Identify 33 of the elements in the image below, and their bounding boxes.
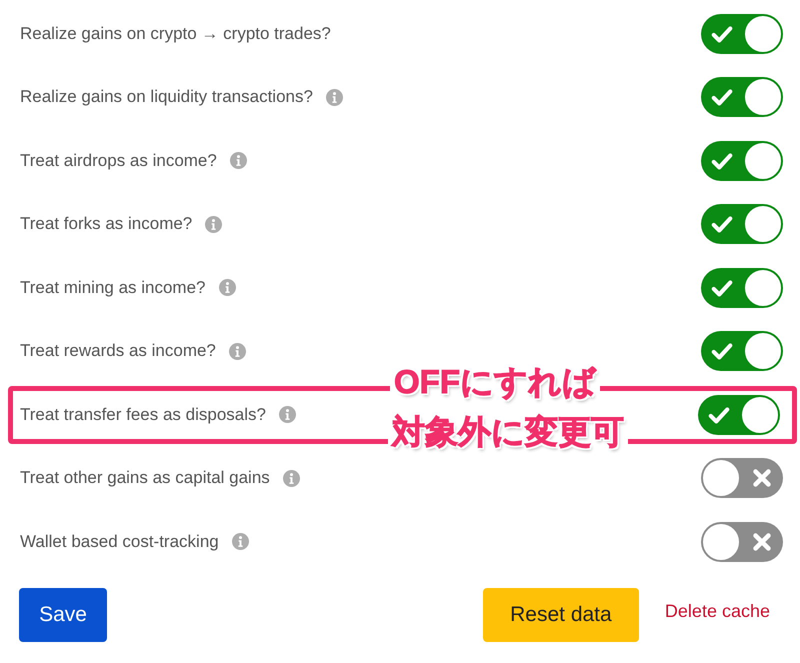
setting-label: Treat forks as income?: [20, 214, 192, 234]
info-icon[interactable]: [232, 533, 249, 550]
info-icon[interactable]: [326, 88, 343, 106]
annotation-text: OFFにすれば: [390, 363, 600, 401]
toggle-switch[interactable]: [701, 77, 783, 118]
info-icon[interactable]: [282, 470, 300, 487]
annotation-text: 対象外に変更可: [388, 413, 628, 451]
info-icon[interactable]: [230, 152, 247, 170]
delete-cache-link[interactable]: Delete cache: [664, 601, 770, 622]
info-icon[interactable]: [218, 279, 236, 296]
cross-icon: [751, 467, 773, 490]
setting-label: Realize gains on liquidity transactions?: [20, 87, 313, 108]
toggle-switch[interactable]: [701, 268, 783, 308]
reset-data-button[interactable]: Reset data: [482, 588, 639, 642]
toggle-switch[interactable]: [701, 458, 783, 498]
setting-label: Treat transfer fees as disposals?: [20, 404, 266, 425]
toggle-switch[interactable]: [701, 204, 783, 244]
info-icon[interactable]: [205, 216, 222, 233]
setting-label: Treat mining as income?: [20, 278, 206, 298]
toggle-switch[interactable]: [701, 331, 783, 372]
setting-label: Wallet based cost-tracking: [20, 532, 219, 552]
save-button[interactable]: Save: [19, 588, 107, 642]
setting-label: Realize gains on crypto → crypto trades?: [20, 24, 331, 44]
setting-label: Treat rewards as income?: [20, 341, 216, 362]
info-icon[interactable]: [228, 342, 246, 360]
setting-label: Treat other gains as capital gains: [20, 468, 270, 488]
setting-label: Treat airdrops as income?: [20, 150, 217, 171]
toggle-switch[interactable]: [701, 14, 783, 54]
info-icon[interactable]: [279, 406, 296, 424]
toggle-switch[interactable]: [701, 522, 783, 562]
toggle-switch[interactable]: [698, 394, 780, 435]
toggle-switch[interactable]: [701, 140, 783, 181]
cross-icon: [751, 530, 773, 553]
